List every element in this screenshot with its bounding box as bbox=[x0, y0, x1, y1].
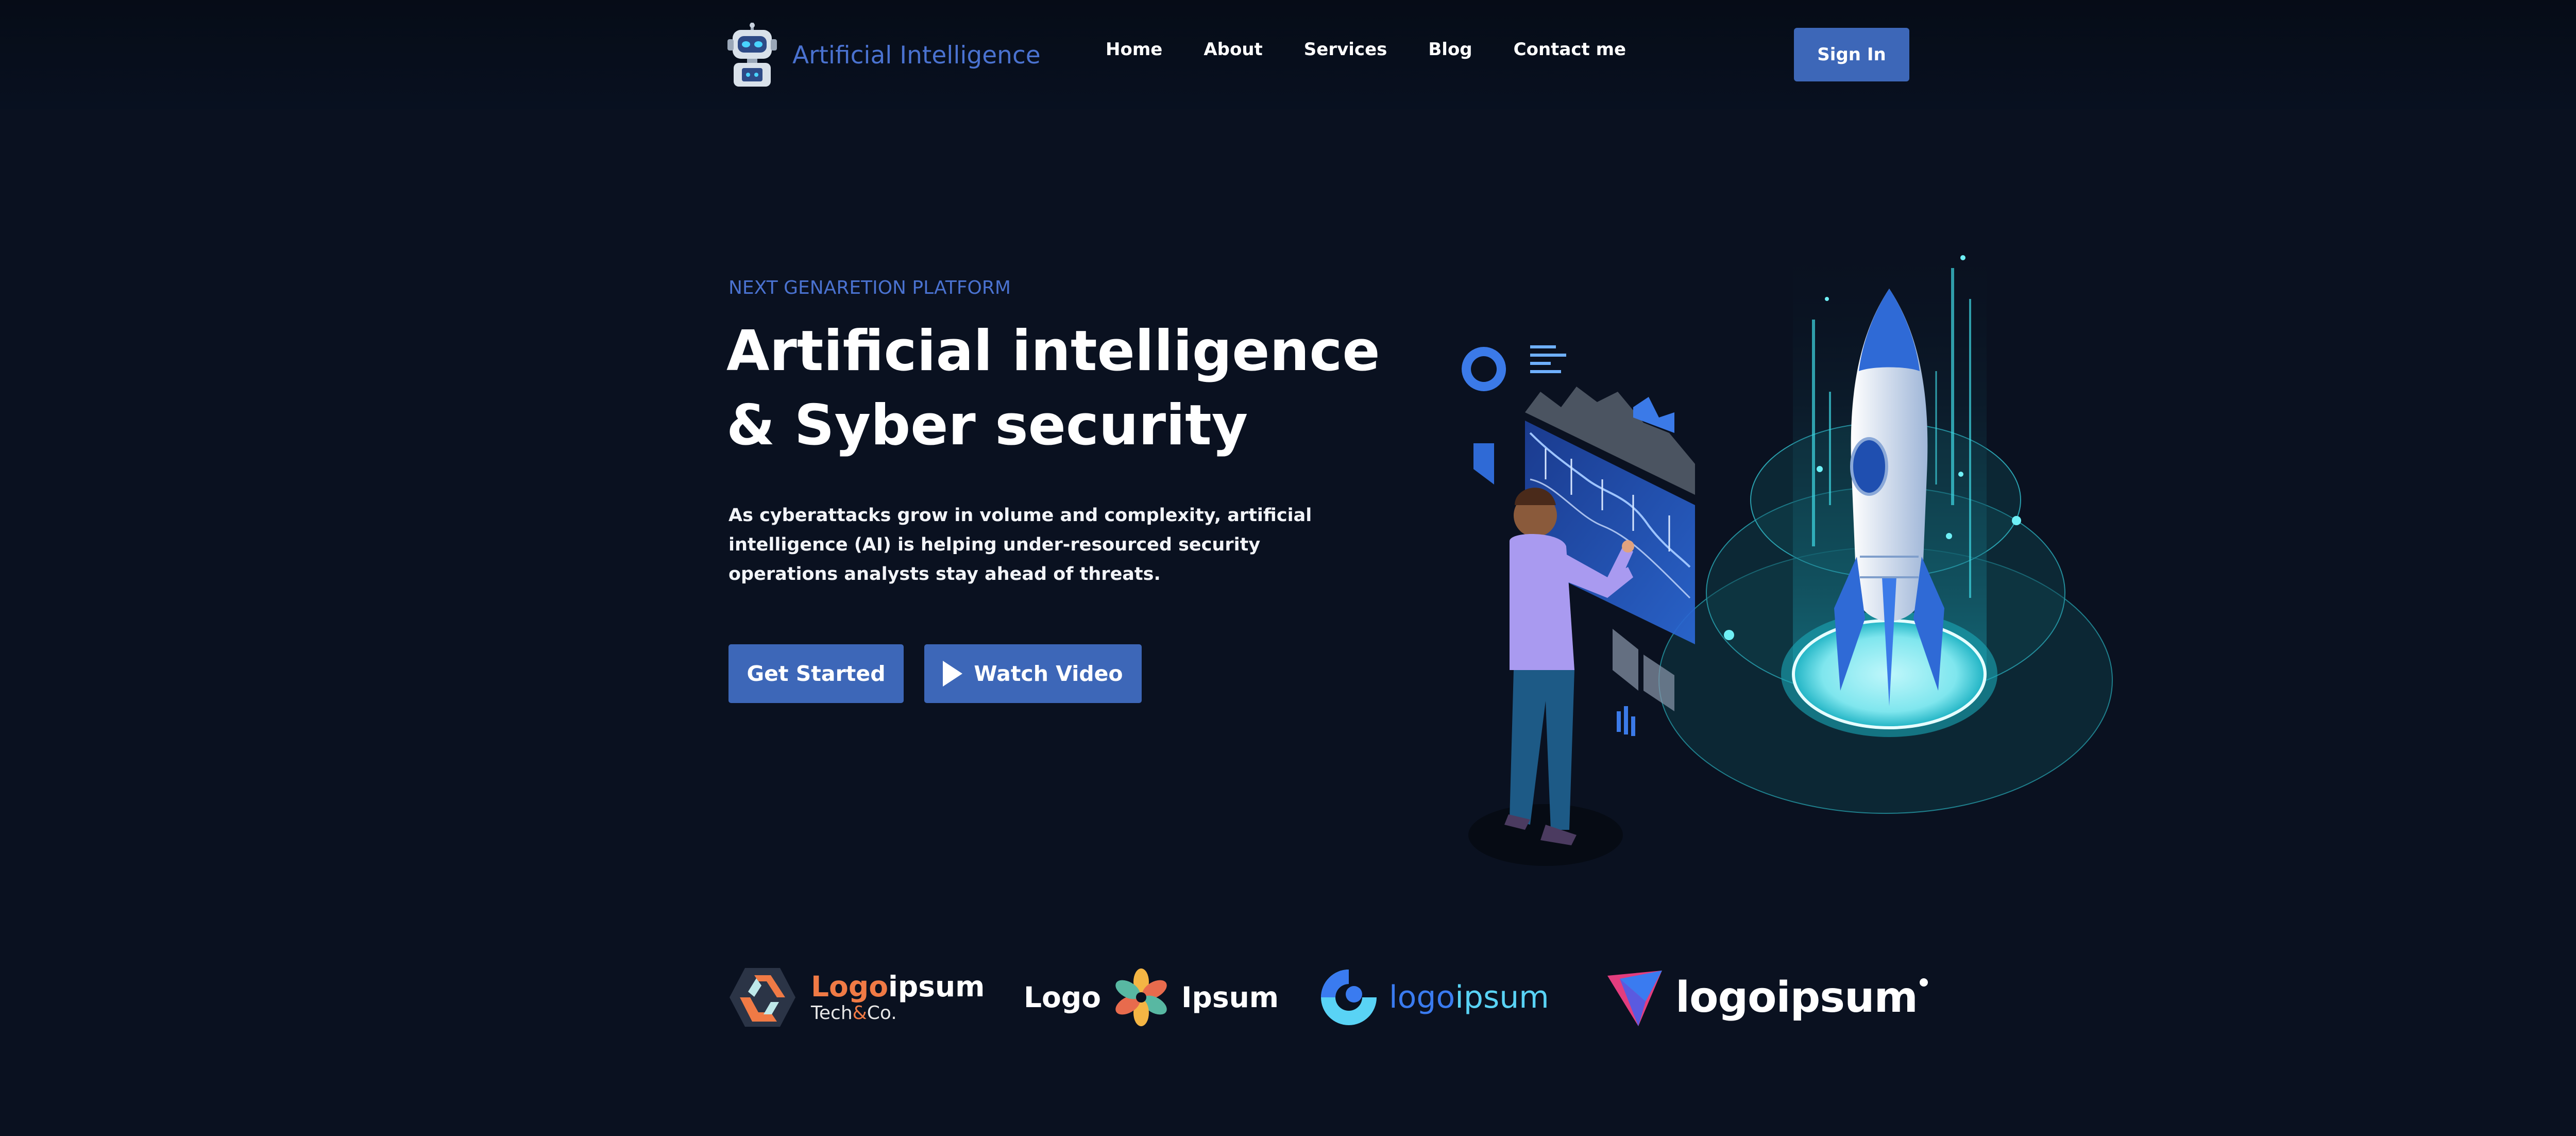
triangle-logo-icon bbox=[1607, 971, 1662, 1026]
logo1-part1: Logo bbox=[811, 970, 888, 1003]
partner-logo-2[interactable]: Logo Ipsum bbox=[1024, 959, 1279, 1036]
landing-page: Artificial Intelligence Home About Servi… bbox=[0, 0, 2576, 1136]
flower-logo-icon bbox=[1115, 968, 1167, 1026]
logo4-text: logoipsum bbox=[1675, 973, 1918, 1022]
hero-description: As cyberattacks grow in volume and compl… bbox=[728, 505, 1312, 584]
logo3-part2: ipsum bbox=[1455, 979, 1549, 1015]
menu-item-home[interactable]: Home bbox=[1106, 39, 1162, 60]
menu-item-about[interactable]: About bbox=[1204, 39, 1262, 60]
menu-item-blog[interactable]: Blog bbox=[1428, 39, 1472, 60]
hero-title-line-1: Artificial intelligence bbox=[726, 319, 1380, 383]
get-started-label: Get Started bbox=[747, 661, 886, 686]
sign-in-button[interactable]: Sign In bbox=[1794, 28, 1909, 81]
hero-title: Artificial intelligence & Syber security bbox=[726, 314, 1422, 463]
logo1-sub-amp: & bbox=[852, 1002, 867, 1024]
partner-logos: Logoipsum Tech&Co. Logo Ipsum logoipsum … bbox=[727, 959, 1928, 1036]
menu-item-contact[interactable]: Contact me bbox=[1514, 39, 1626, 60]
logo2-left: Logo bbox=[1024, 981, 1101, 1014]
logo1-sub1: Tech bbox=[811, 1002, 853, 1024]
hexagon-logo-icon bbox=[730, 968, 795, 1027]
partner-logo-1[interactable]: Logoipsum Tech&Co. bbox=[727, 959, 985, 1036]
hero-eyebrow: NEXT GENARETION PLATFORM bbox=[728, 277, 1011, 298]
main-menu: Home About Services Blog Contact me bbox=[1106, 39, 1626, 60]
hero-illustration bbox=[1462, 237, 2113, 866]
robot-icon bbox=[727, 23, 777, 87]
watch-video-label: Watch Video bbox=[974, 661, 1123, 686]
brand-name: Artificial Intelligence bbox=[792, 41, 1041, 70]
ring-logo-icon bbox=[1321, 970, 1377, 1025]
logo2-right: Ipsum bbox=[1181, 981, 1279, 1014]
get-started-button[interactable]: Get Started bbox=[728, 644, 904, 703]
brand-logo[interactable]: Artificial Intelligence bbox=[727, 23, 1041, 88]
menu-item-services[interactable]: Services bbox=[1304, 39, 1387, 60]
logo3-part1: logo bbox=[1389, 979, 1455, 1015]
logo1-part2: ipsum bbox=[888, 970, 985, 1003]
partner-logo-4[interactable]: logoipsum bbox=[1604, 959, 1928, 1036]
analytics-dashboard bbox=[1462, 345, 1695, 736]
logo1-sub2: Co. bbox=[867, 1002, 897, 1024]
top-navbar: Artificial Intelligence Home About Servi… bbox=[0, 0, 2576, 109]
hero-title-line-2: & Syber security bbox=[726, 393, 1248, 458]
play-icon bbox=[943, 661, 963, 687]
watch-video-button[interactable]: Watch Video bbox=[924, 644, 1142, 703]
partner-logo-3[interactable]: logoipsum bbox=[1317, 959, 1549, 1036]
logo4-dot bbox=[1919, 978, 1928, 987]
